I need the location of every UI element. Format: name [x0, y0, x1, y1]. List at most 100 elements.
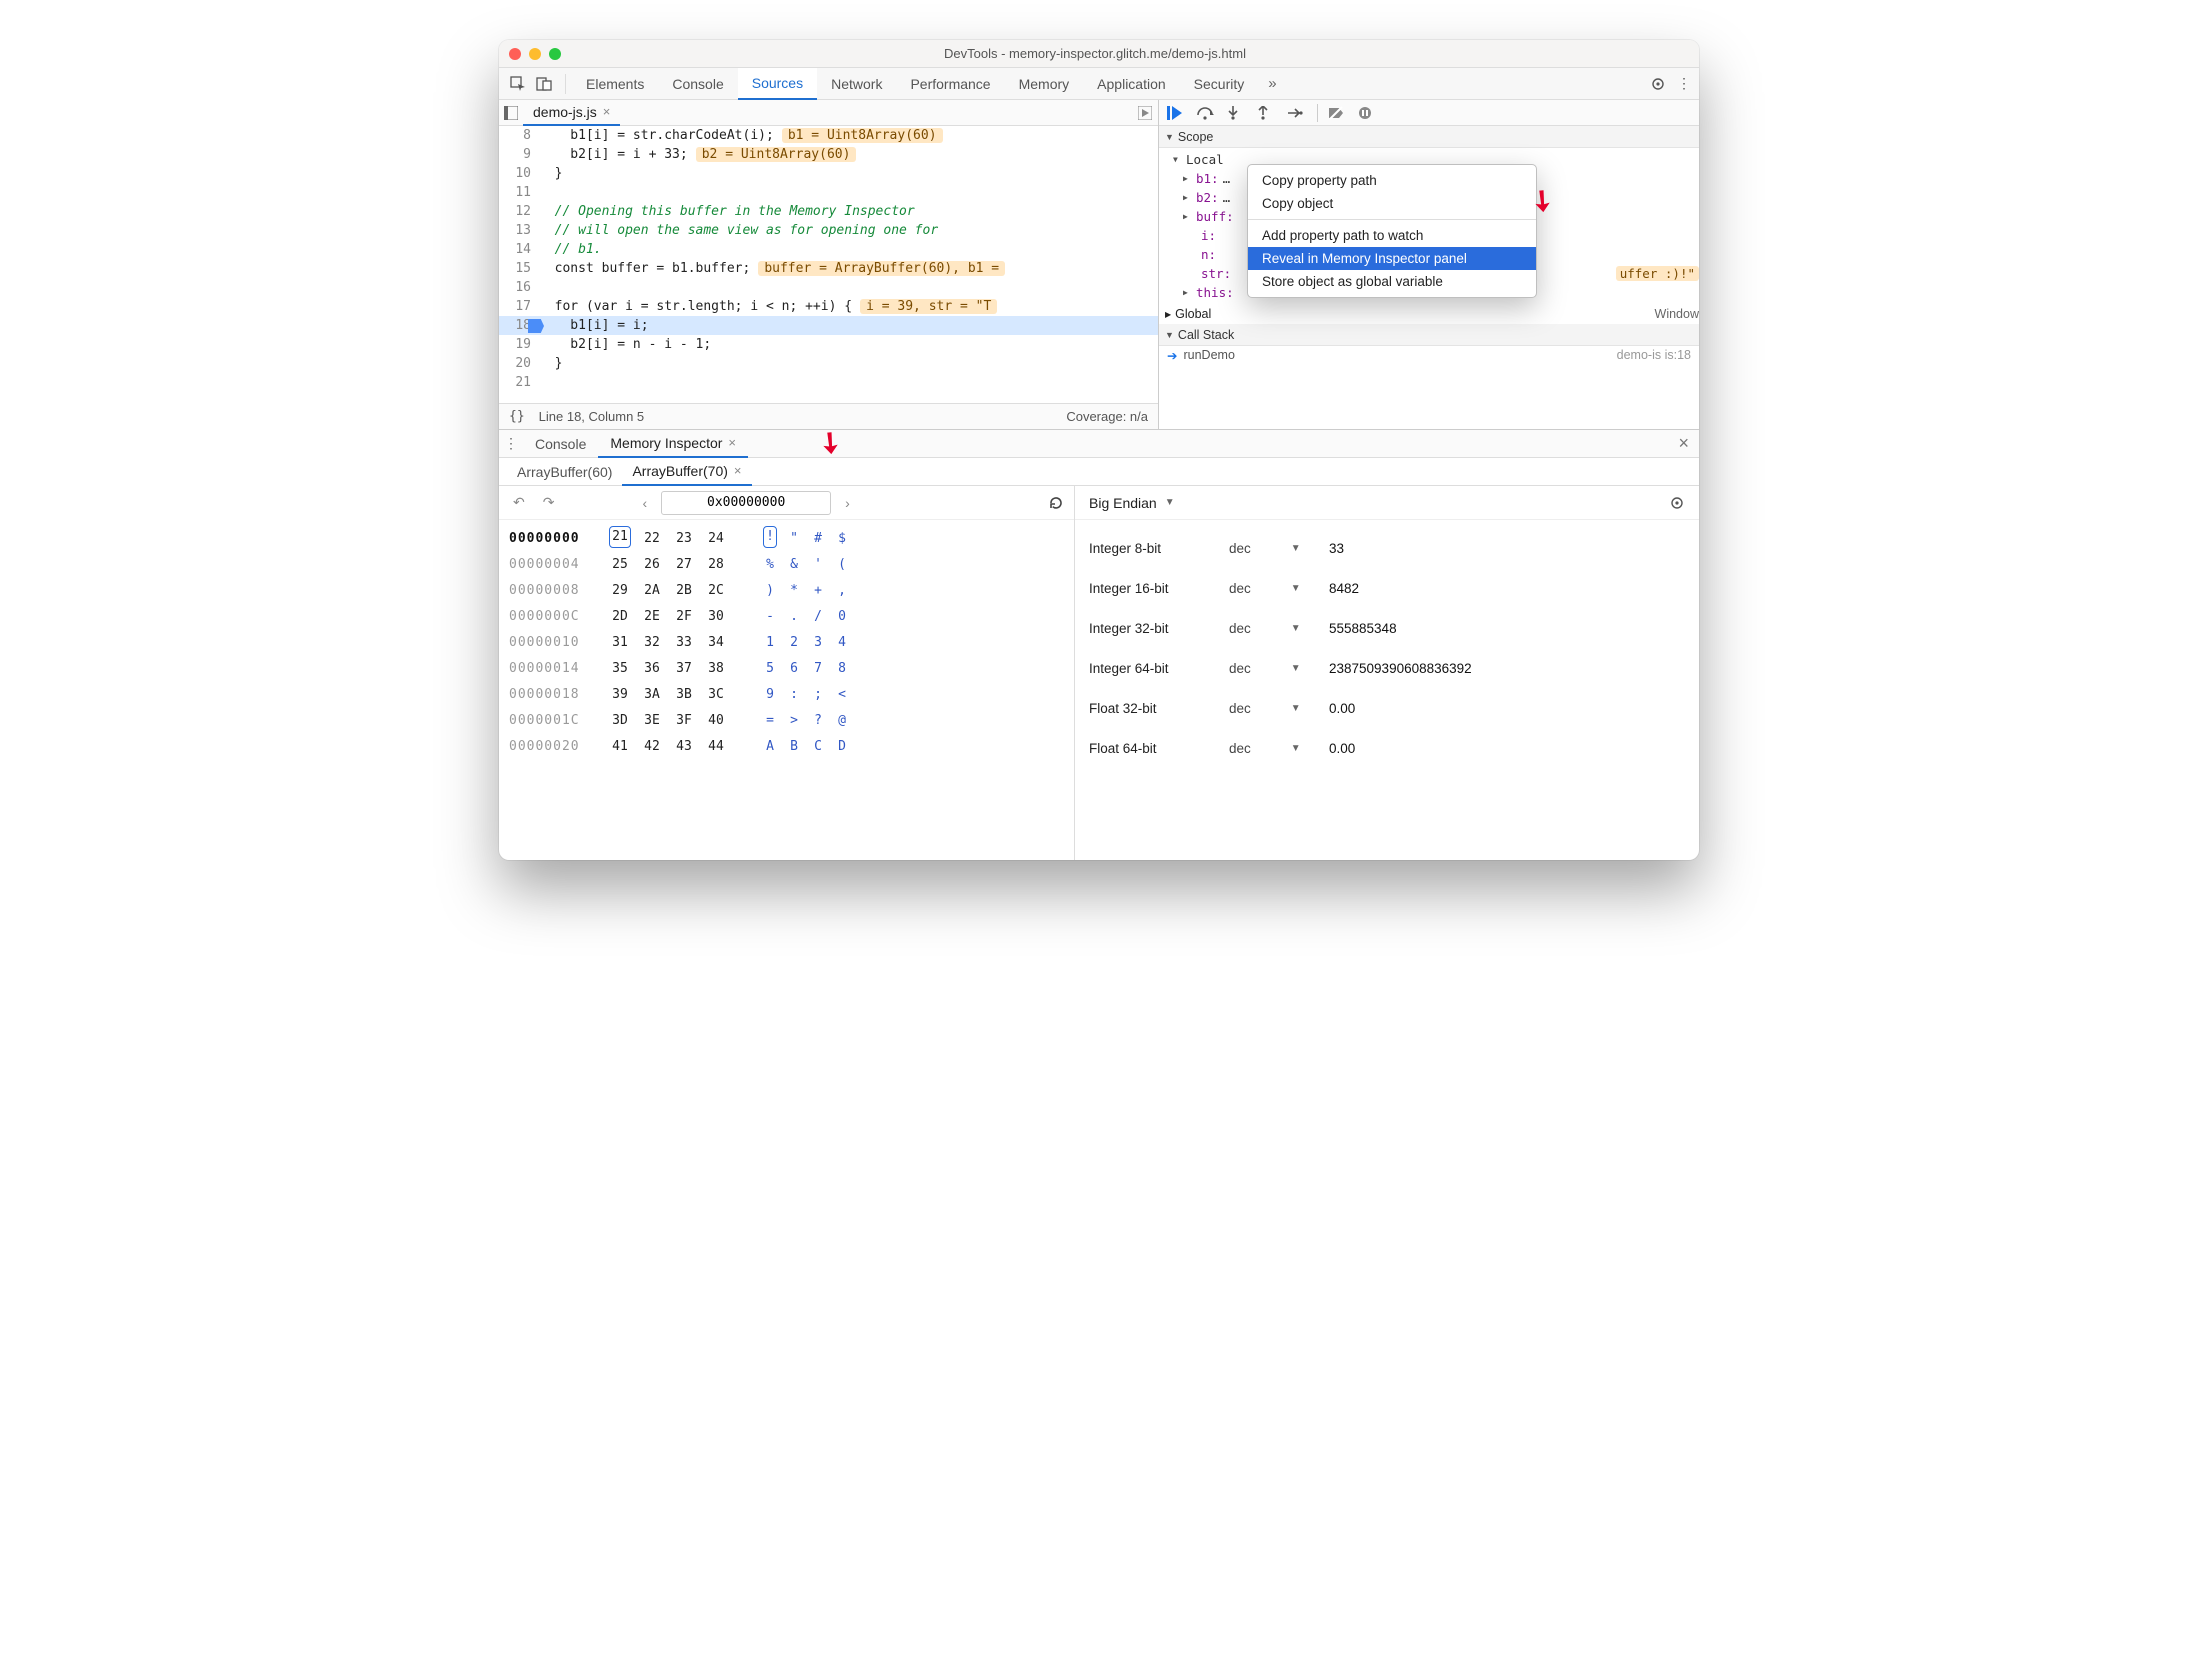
hex-byte[interactable]: 3F — [673, 708, 695, 734]
hex-ascii[interactable]: = — [763, 708, 777, 734]
hex-row[interactable]: 00000010313233341234 — [509, 630, 1064, 656]
endianness-select[interactable]: Big Endian ▼ — [1089, 495, 1175, 511]
hex-byte[interactable]: 30 — [705, 604, 727, 630]
step-into-icon[interactable] — [1227, 106, 1247, 120]
hex-ascii[interactable]: $ — [835, 526, 849, 552]
hex-byte[interactable]: 34 — [705, 630, 727, 656]
line-number[interactable]: 20 — [499, 354, 539, 373]
hex-ascii[interactable]: ? — [811, 708, 825, 734]
hex-ascii[interactable]: > — [787, 708, 801, 734]
address-input[interactable] — [661, 491, 831, 515]
close-drawer-icon[interactable]: × — [1668, 433, 1699, 454]
line-number[interactable]: 12 — [499, 202, 539, 221]
hex-byte[interactable]: 2E — [641, 604, 663, 630]
line-number[interactable]: 9 — [499, 145, 539, 164]
line-number[interactable]: 16 — [499, 278, 539, 297]
next-page-icon[interactable]: › — [841, 495, 854, 511]
drawer-tab-console[interactable]: Console — [523, 430, 598, 458]
value-mode-select[interactable]: dec▼ — [1229, 541, 1329, 556]
hex-ascii[interactable]: 0 — [835, 604, 849, 630]
tab-network[interactable]: Network — [817, 68, 896, 100]
tab-console[interactable]: Console — [658, 68, 737, 100]
hex-ascii[interactable]: @ — [835, 708, 849, 734]
hex-byte[interactable]: 2B — [673, 578, 695, 604]
tab-memory[interactable]: Memory — [1005, 68, 1084, 100]
close-icon[interactable]: × — [603, 104, 611, 119]
tab-elements[interactable]: Elements — [572, 68, 658, 100]
hex-byte[interactable]: 35 — [609, 656, 631, 682]
hex-row[interactable]: 00000018393A3B3C9:;< — [509, 682, 1064, 708]
code-line[interactable]: 17 for (var i = str.length; i < n; ++i) … — [499, 297, 1158, 316]
hex-byte[interactable]: 3D — [609, 708, 631, 734]
close-window-button[interactable] — [509, 48, 521, 60]
hex-byte[interactable]: 40 — [705, 708, 727, 734]
code-line[interactable]: 11 — [499, 183, 1158, 202]
hex-row[interactable]: 00000008292A2B2C)*+, — [509, 578, 1064, 604]
memory-buffer-tab[interactable]: ArrayBuffer(70)× — [622, 458, 751, 486]
code-line[interactable]: 20 } — [499, 354, 1158, 373]
step-icon[interactable] — [1287, 107, 1307, 119]
hex-byte[interactable]: 3A — [641, 682, 663, 708]
prev-page-icon[interactable]: ‹ — [638, 495, 651, 511]
hex-ascii[interactable]: B — [787, 734, 801, 760]
hex-grid[interactable]: 0000000021222324!"#$0000000425262728%&'(… — [499, 520, 1074, 766]
hex-ascii[interactable]: " — [787, 526, 801, 552]
hex-ascii[interactable]: & — [787, 552, 801, 578]
hex-ascii[interactable]: 6 — [787, 656, 801, 682]
code-line[interactable]: 8 b1[i] = str.charCodeAt(i);b1 = Uint8Ar… — [499, 126, 1158, 145]
step-over-icon[interactable] — [1197, 106, 1217, 120]
value-mode-select[interactable]: dec▼ — [1229, 621, 1329, 636]
hex-byte[interactable]: 2D — [609, 604, 631, 630]
resume-icon[interactable] — [1167, 106, 1187, 120]
line-number[interactable]: 21 — [499, 373, 539, 392]
hex-byte[interactable]: 44 — [705, 734, 727, 760]
hex-byte[interactable]: 3B — [673, 682, 695, 708]
zoom-window-button[interactable] — [549, 48, 561, 60]
hex-byte[interactable]: 27 — [673, 552, 695, 578]
hex-byte[interactable]: 36 — [641, 656, 663, 682]
code-line[interactable]: 16 — [499, 278, 1158, 297]
hex-byte[interactable]: 2C — [705, 578, 727, 604]
value-mode-select[interactable]: dec▼ — [1229, 741, 1329, 756]
hex-byte[interactable]: 26 — [641, 552, 663, 578]
hex-ascii[interactable]: ! — [763, 526, 777, 548]
pretty-print-icon[interactable]: {} — [509, 409, 525, 424]
hex-ascii[interactable]: 2 — [787, 630, 801, 656]
hex-byte[interactable]: 38 — [705, 656, 727, 682]
hex-byte[interactable]: 2A — [641, 578, 663, 604]
line-number[interactable]: 14 — [499, 240, 539, 259]
code-line[interactable]: 13 // will open the same view as for ope… — [499, 221, 1158, 240]
scope-global[interactable]: ▶ Global Window — [1159, 304, 1699, 324]
line-number[interactable]: 8 — [499, 126, 539, 145]
kebab-menu-icon[interactable]: ⋮ — [1673, 73, 1695, 95]
hex-byte[interactable]: 3C — [705, 682, 727, 708]
line-number[interactable]: 17 — [499, 297, 539, 316]
hex-ascii[interactable]: : — [787, 682, 801, 708]
code-line[interactable]: 15 const buffer = b1.buffer;buffer = Arr… — [499, 259, 1158, 278]
context-menu-item[interactable]: Copy property path — [1248, 169, 1536, 192]
code-editor[interactable]: 8 b1[i] = str.charCodeAt(i);b1 = Uint8Ar… — [499, 126, 1158, 403]
device-toolbar-icon[interactable] — [533, 73, 555, 95]
hex-ascii[interactable]: / — [811, 604, 825, 630]
hex-ascii[interactable]: 7 — [811, 656, 825, 682]
line-number[interactable]: 15 — [499, 259, 539, 278]
inspect-element-icon[interactable] — [507, 73, 529, 95]
tab-sources[interactable]: Sources — [738, 68, 817, 100]
hex-byte[interactable]: 28 — [705, 552, 727, 578]
step-out-icon[interactable] — [1257, 106, 1277, 120]
hex-byte[interactable]: 3E — [641, 708, 663, 734]
hex-row[interactable]: 0000000C2D2E2F30-./0 — [509, 604, 1064, 630]
hex-byte[interactable]: 29 — [609, 578, 631, 604]
hex-ascii[interactable]: * — [787, 578, 801, 604]
hex-ascii[interactable]: # — [811, 526, 825, 552]
hex-row[interactable]: 0000000425262728%&'( — [509, 552, 1064, 578]
pause-exceptions-icon[interactable] — [1358, 106, 1378, 120]
hex-ascii[interactable]: 3 — [811, 630, 825, 656]
hex-byte[interactable]: 23 — [673, 526, 695, 552]
scope-section-header[interactable]: ▼ Scope — [1159, 126, 1699, 148]
minimize-window-button[interactable] — [529, 48, 541, 60]
close-icon[interactable]: × — [734, 463, 742, 478]
hex-ascii[interactable]: C — [811, 734, 825, 760]
hex-ascii[interactable]: ; — [811, 682, 825, 708]
hex-ascii[interactable]: < — [835, 682, 849, 708]
